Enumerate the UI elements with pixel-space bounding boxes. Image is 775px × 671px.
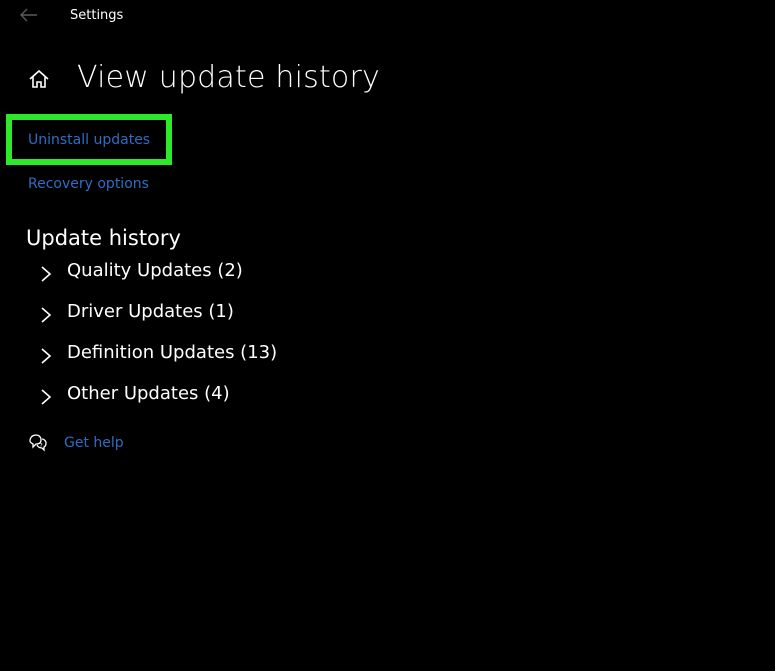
- history-item-label: Definition Updates (13): [67, 342, 278, 363]
- history-item-quality[interactable]: Quality Updates (2): [36, 256, 436, 297]
- title-bar: Settings: [0, 0, 775, 34]
- uninstall-updates-link[interactable]: Uninstall updates: [28, 132, 150, 148]
- update-history-list: Quality Updates (2) Driver Updates (1) D…: [36, 256, 436, 420]
- help-chat-icon: ?: [29, 434, 47, 452]
- get-help-row[interactable]: ? Get help: [28, 432, 228, 456]
- history-item-label: Driver Updates (1): [67, 301, 234, 322]
- history-item-definition[interactable]: Definition Updates (13): [36, 338, 436, 379]
- update-history-heading: Update history: [26, 226, 181, 250]
- recovery-options-link[interactable]: Recovery options: [28, 176, 149, 192]
- page-header: View update history: [0, 58, 775, 106]
- svg-text:?: ?: [40, 443, 43, 450]
- history-item-label: Other Updates (4): [67, 383, 230, 404]
- settings-window: Settings View update history Uninstall u…: [0, 0, 775, 671]
- chevron-right-icon: [41, 348, 52, 364]
- chevron-right-icon: [41, 266, 52, 282]
- chevron-right-icon: [41, 389, 52, 405]
- window-title: Settings: [70, 8, 124, 23]
- get-help-link[interactable]: Get help: [64, 435, 124, 451]
- chevron-right-icon: [41, 307, 52, 323]
- back-button[interactable]: [18, 6, 40, 24]
- page-title: View update history: [77, 60, 380, 95]
- history-item-driver[interactable]: Driver Updates (1): [36, 297, 436, 338]
- arrow-left-icon: [20, 8, 37, 22]
- history-item-other[interactable]: Other Updates (4): [36, 379, 436, 420]
- home-icon[interactable]: [28, 68, 50, 90]
- history-item-label: Quality Updates (2): [67, 260, 243, 281]
